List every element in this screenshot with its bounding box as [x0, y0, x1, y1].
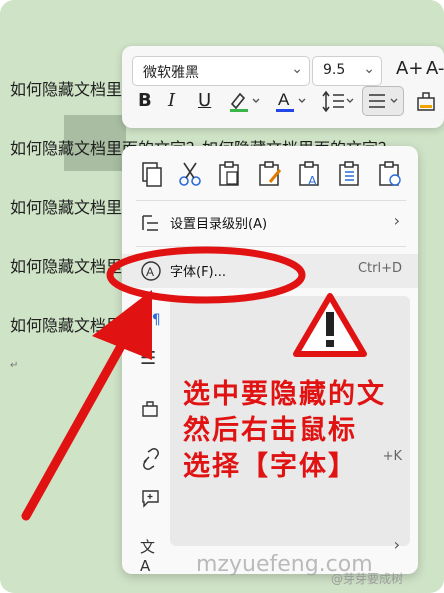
watermark-credit: @芽芽要成树: [331, 572, 404, 586]
annotation-text: 然后右击鼠标: [183, 415, 357, 446]
annotation-overlay: [21, 246, 367, 521]
warning-icon: [293, 293, 367, 357]
highlight-ellipse: [106, 246, 306, 304]
annotation-text: 选中要隐藏的文: [183, 379, 386, 410]
arrow-shaft: [21, 325, 135, 521]
annotation-text: 选择【字体】: [183, 451, 357, 482]
